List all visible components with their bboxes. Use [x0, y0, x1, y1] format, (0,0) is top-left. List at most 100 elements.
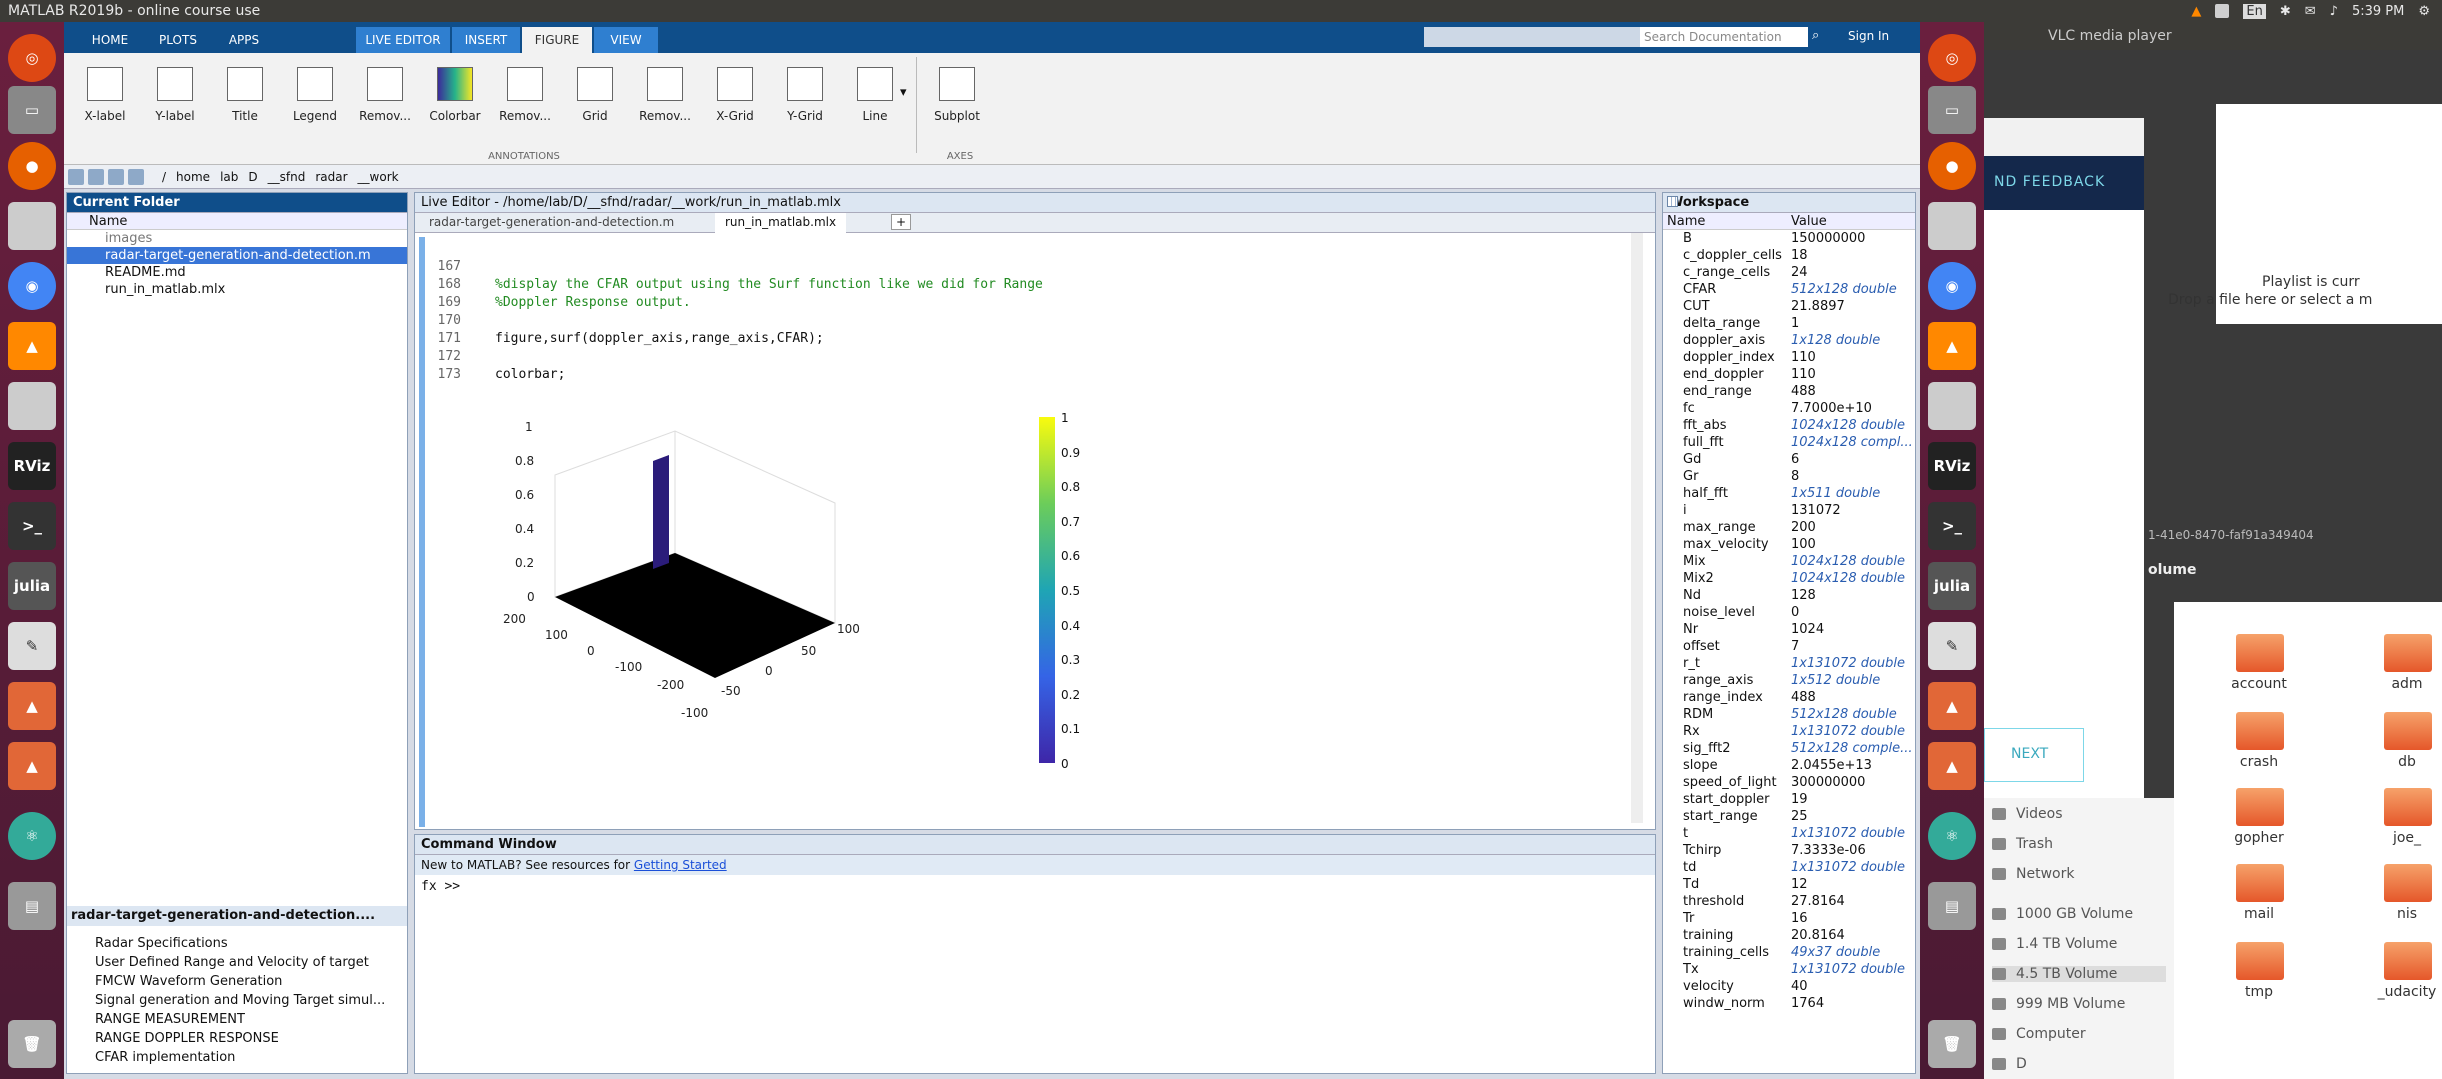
path-radar[interactable]: radar [315, 170, 347, 184]
sidebar-videos[interactable]: Videos [1992, 806, 2063, 822]
trash-icon[interactable]: 🗑 [8, 1020, 56, 1068]
sidebar-network[interactable]: Network [1992, 866, 2074, 882]
remove-grid-button[interactable]: Remov... [634, 61, 696, 141]
ylabel-button[interactable]: Y-label [144, 61, 206, 141]
details-title[interactable]: radar-target-generation-and-detection...… [67, 906, 407, 926]
terminal-icon[interactable]: >_ [1928, 502, 1976, 550]
section-item[interactable]: User Defined Range and Velocity of targe… [71, 954, 387, 971]
workspace-row[interactable]: fc 7.7000e+10 [1663, 196, 1915, 417]
terminal-icon[interactable]: >_ [8, 502, 56, 550]
workspace-row[interactable]: CUT 21.8897 [1663, 196, 1915, 315]
text-editor-icon[interactable]: ✎ [1928, 622, 1976, 670]
title-button[interactable]: Title [214, 61, 276, 141]
new-tab-button[interactable]: + [891, 214, 912, 230]
chrome-icon[interactable]: ◉ [1928, 262, 1976, 310]
workspace-row[interactable]: Tx 1x131072 double [1663, 196, 1915, 978]
folder-icon[interactable] [2384, 712, 2432, 750]
file-item[interactable]: run_in_matlab.mlx [67, 281, 407, 298]
text-editor-icon[interactable]: ✎ [8, 622, 56, 670]
disk-icon[interactable] [1928, 202, 1976, 250]
workspace-row[interactable]: max_range 200 [1663, 196, 1915, 536]
workspace-row[interactable]: doppler_axis 1x128 double [1663, 196, 1915, 349]
atom-icon[interactable]: ⚛ [1928, 812, 1976, 860]
gallery-expand-icon[interactable]: ▾ [900, 85, 907, 100]
getting-started-link[interactable]: Getting Started [634, 858, 727, 872]
folder-icon[interactable] [2384, 942, 2432, 980]
workspace-row[interactable]: delta_range 1 [1663, 196, 1915, 332]
path-work[interactable]: __work [358, 170, 399, 184]
workspace-row[interactable]: start_doppler 19 [1663, 196, 1915, 808]
next-button[interactable]: NEXT [1984, 728, 2084, 782]
firefox-icon[interactable]: ● [1928, 142, 1976, 190]
sidebar-volume[interactable]: 999 MB Volume [1992, 996, 2125, 1012]
julia-icon[interactable]: julia [8, 562, 56, 610]
workspace-row[interactable]: full_fft 1024x128 compl... [1663, 196, 1915, 451]
workspace-row[interactable]: max_velocity 100 [1663, 196, 1915, 553]
file-item[interactable]: radar-target-generation-and-detection.m [67, 247, 407, 264]
folder-label[interactable]: crash [2214, 754, 2304, 770]
mail-icon[interactable]: ✉ [2305, 4, 2316, 19]
workspace-row[interactable]: slope 2.0455e+13 [1663, 196, 1915, 774]
folder-label[interactable]: db [2362, 754, 2442, 770]
workspace-row[interactable]: Gr 8 [1663, 196, 1915, 485]
path-sfnd[interactable]: __sfnd [268, 170, 306, 184]
section-item[interactable]: CFAR implementation [71, 1049, 387, 1066]
line-button[interactable]: Line [844, 61, 906, 141]
julia-icon[interactable]: julia [1928, 562, 1976, 610]
section-item[interactable]: Signal generation and Moving Target simu… [71, 992, 387, 1009]
workspace-row[interactable]: c_doppler_cells 18 [1663, 196, 1915, 264]
address-bar[interactable]: / home lab D __sfnd radar __work [64, 165, 1920, 189]
folder-icon[interactable] [2236, 712, 2284, 750]
printer-icon[interactable]: ▤ [8, 882, 56, 930]
editor-tab[interactable]: radar-target-generation-and-detection.m [429, 215, 674, 229]
search-input[interactable]: Search Documentation [1640, 27, 1808, 47]
search-icon[interactable]: ⌕ [1812, 28, 1819, 43]
workspace-row[interactable]: CFAR 512x128 double [1663, 196, 1915, 298]
rviz-icon[interactable]: RViz [1928, 442, 1976, 490]
gear-icon[interactable]: ⚙ [2418, 4, 2430, 19]
files-icon[interactable]: ▭ [8, 86, 56, 134]
disk-icon[interactable] [1928, 382, 1976, 430]
tab-figure[interactable]: FIGURE [522, 27, 592, 53]
workspace-row[interactable]: noise_level 0 [1663, 196, 1915, 621]
workspace-row[interactable]: sig_fft2 512x128 comple... [1663, 196, 1915, 757]
firefox-icon[interactable]: ● [8, 142, 56, 190]
workspace-row[interactable]: training_cells 49x37 double [1663, 196, 1915, 961]
remove-legend-button[interactable]: Remov... [354, 61, 416, 141]
workspace-row[interactable]: Tr 16 [1663, 196, 1915, 927]
editor-tab-active[interactable]: run_in_matlab.mlx [715, 213, 847, 233]
folder-icon[interactable] [2236, 942, 2284, 980]
up-icon[interactable] [108, 168, 124, 185]
folder-icon[interactable] [2384, 864, 2432, 902]
vlc-icon[interactable]: ▲ [1928, 322, 1976, 370]
tab-live-editor[interactable]: LIVE EDITOR [356, 27, 450, 53]
sidebar-d[interactable]: D [1992, 1056, 2027, 1072]
folder-label[interactable]: tmp [2214, 984, 2304, 1000]
folder-column-header[interactable]: Name [67, 213, 407, 230]
surf-plot[interactable]: 0 0.2 0.4 0.6 0.8 1 200 100 0 -100 -200 … [475, 403, 895, 783]
ubuntu-icon[interactable]: ◎ [1928, 34, 1976, 82]
vlc-playlist[interactable] [2216, 104, 2442, 324]
workspace-row[interactable]: i 131072 [1663, 196, 1915, 519]
feedback-banner[interactable]: ND FEEDBACK [1984, 156, 2144, 210]
path-lab[interactable]: lab [220, 170, 238, 184]
workspace-row[interactable]: training 20.8164 [1663, 196, 1915, 944]
folder-label[interactable]: adm [2362, 676, 2442, 692]
remove-colorbar-button[interactable]: Remov... [494, 61, 556, 141]
tab-plots[interactable]: PLOTS [148, 27, 208, 53]
path-root[interactable]: / [162, 170, 166, 184]
section-item[interactable]: RANGE DOPPLER RESPONSE [71, 1030, 387, 1047]
disk-icon[interactable] [8, 202, 56, 250]
folder-label[interactable]: nis [2362, 906, 2442, 922]
chrome-icon[interactable]: ◉ [8, 262, 56, 310]
workspace-row[interactable]: Gd 6 [1663, 196, 1915, 468]
folder-label[interactable]: account [2214, 676, 2304, 692]
workspace-row[interactable]: range_axis 1x512 double [1663, 196, 1915, 689]
workspace-row[interactable]: doppler_index 110 [1663, 196, 1915, 366]
bluetooth-icon[interactable]: ✱ [2280, 4, 2291, 19]
path-d[interactable]: D [248, 170, 257, 184]
workspace-row[interactable]: Td 12 [1663, 196, 1915, 893]
editor-scrollbar[interactable] [1631, 233, 1643, 823]
folder-label[interactable]: _udacity [2362, 984, 2442, 1000]
workspace-row[interactable]: Mix 1024x128 double [1663, 196, 1915, 570]
